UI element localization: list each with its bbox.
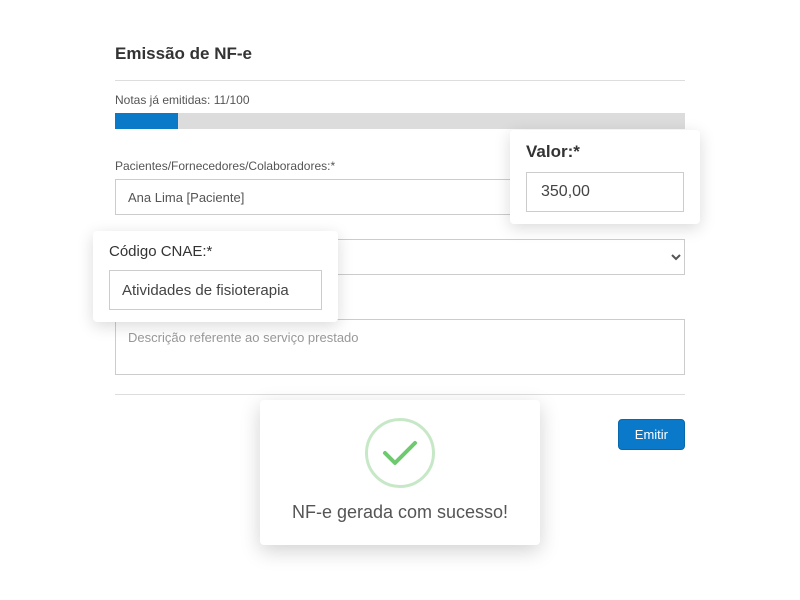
progress-bar <box>115 113 685 129</box>
valor-label: Valor:* <box>526 142 684 162</box>
valor-card: Valor:* <box>510 130 700 224</box>
quota-text: Notas já emitidas: 11/100 <box>115 93 685 107</box>
descricao-input[interactable] <box>115 319 685 375</box>
emit-button[interactable]: Emitir <box>618 419 685 450</box>
cnae-label: Código CNAE:* <box>109 243 322 260</box>
cnae-card: Código CNAE:* <box>93 231 338 322</box>
check-circle-icon <box>365 418 435 488</box>
valor-input[interactable] <box>526 172 684 212</box>
success-message: NF-e gerada com sucesso! <box>280 502 520 523</box>
progress-fill <box>115 113 178 129</box>
paciente-value: Ana Lima [Paciente] <box>128 190 244 205</box>
cnae-input[interactable] <box>109 270 322 310</box>
page-title: Emissão de NF-e <box>115 44 685 64</box>
divider <box>115 80 685 81</box>
success-modal: NF-e gerada com sucesso! <box>260 400 540 545</box>
